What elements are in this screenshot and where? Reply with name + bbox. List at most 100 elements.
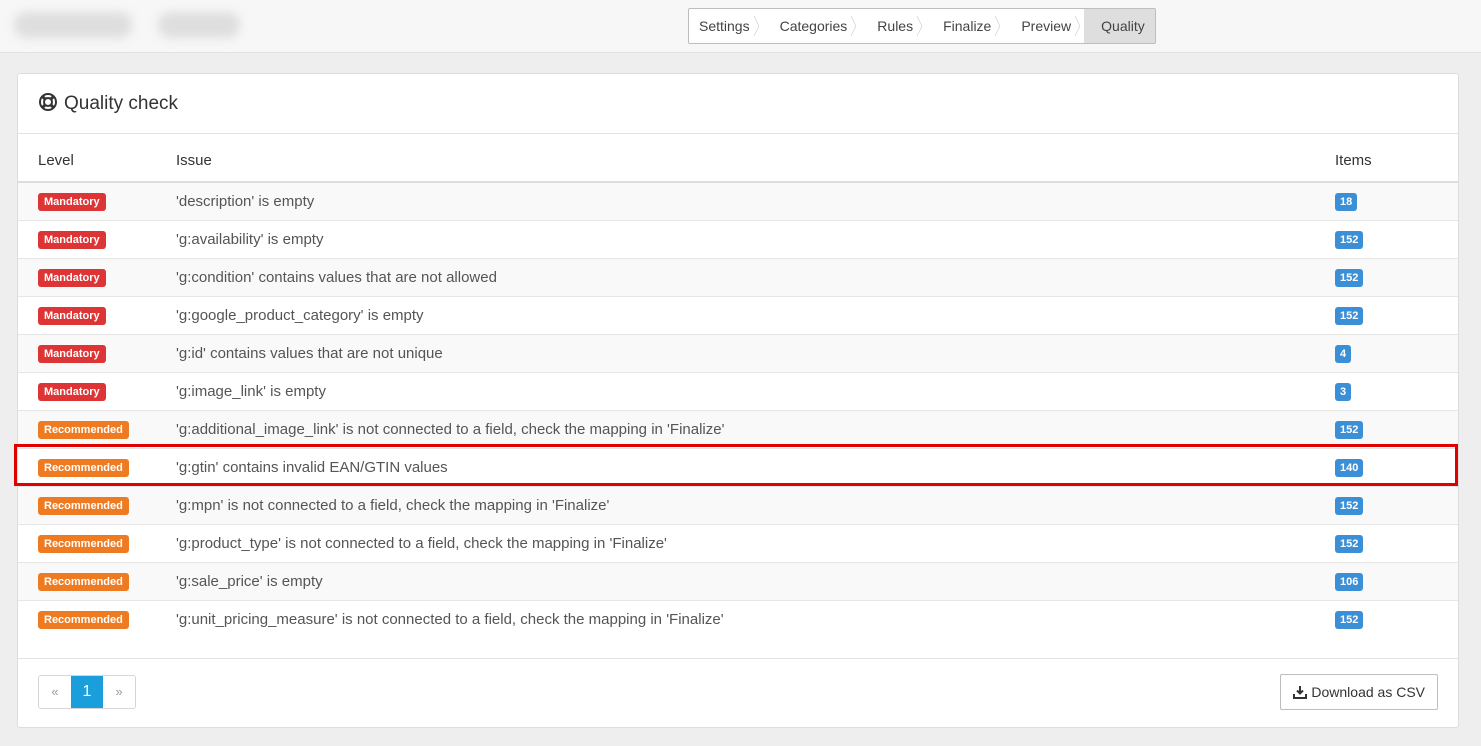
- prev-page-button[interactable]: «: [39, 676, 71, 708]
- step-categories[interactable]: Categories: [763, 9, 861, 43]
- step-quality[interactable]: Quality: [1084, 9, 1155, 43]
- items-count-badge[interactable]: 152: [1335, 496, 1364, 515]
- step-settings[interactable]: Settings: [689, 9, 763, 43]
- page-1-button[interactable]: 1: [71, 676, 103, 708]
- items-count-badge[interactable]: 106: [1335, 572, 1364, 591]
- step-breadcrumb: Settings Categories Rules Finalize Preview Qu…: [688, 8, 1156, 44]
- table-row: Mandatory 'g:id' contains values that are…: [18, 334, 1458, 373]
- level-cell: Mandatory: [18, 220, 176, 259]
- issue-cell: 'g:unit_pricing_measure' is not connecte…: [176, 610, 724, 628]
- level-cell: Mandatory: [18, 258, 176, 297]
- step-separator-icon: [1075, 15, 1081, 37]
- table-row: Recommended 'g:gtin' contains invalid EAN…: [18, 448, 1458, 487]
- issue-cell: 'g:image_link' is empty: [176, 372, 1335, 411]
- table-row: Mandatory 'description' is empty 18: [18, 182, 1458, 221]
- items-count-badge[interactable]: 140: [1335, 458, 1364, 477]
- blurred-account-name: [14, 12, 132, 38]
- level-badge: Mandatory: [38, 306, 106, 325]
- next-page-button[interactable]: »: [103, 676, 135, 708]
- lifebuoy-icon: [39, 92, 57, 111]
- quality-table: Level Issue Items Mandatory 'description'…: [18, 134, 1458, 638]
- top-bar: Settings Categories Rules Finalize Preview Qu…: [0, 0, 1481, 53]
- issue-cell: 'g:gtin' contains invalid EAN/GTIN value…: [176, 448, 1335, 487]
- download-icon: [1293, 685, 1308, 699]
- download-csv-button[interactable]: Download as CSV: [1280, 674, 1438, 710]
- level-badge: Recommended: [38, 610, 129, 629]
- level-cell: Mandatory: [18, 372, 176, 411]
- items-count-badge[interactable]: 152: [1335, 306, 1364, 325]
- table-row: Mandatory 'g:condition' contains values t…: [18, 258, 1458, 297]
- items-cell: 18: [1335, 182, 1458, 221]
- step-finalize[interactable]: Finalize: [926, 9, 1004, 43]
- items-cell: 4: [1335, 334, 1458, 373]
- level-cell: Recommended: [18, 410, 176, 449]
- issue-cell: 'g:google_product_category' is empty: [176, 296, 1335, 335]
- panel-footer: « 1 » Download as CSV: [18, 658, 1458, 728]
- table-row: Recommended 'g:mpn' is not connected to a…: [18, 486, 1458, 525]
- level-cell: Mandatory: [18, 334, 176, 373]
- step-label: Quality: [1101, 18, 1145, 34]
- issue-cell: 'g:additional_image_link' is not connect…: [176, 410, 1335, 449]
- items-count-badge[interactable]: 152: [1335, 230, 1364, 249]
- column-header-issue[interactable]: Issue: [176, 134, 1335, 183]
- level-badge: Recommended: [38, 496, 129, 515]
- level-badge: Recommended: [38, 572, 129, 591]
- step-separator-icon: [917, 15, 923, 37]
- items-cell: 152: [1335, 410, 1458, 449]
- step-label: Finalize: [943, 18, 992, 34]
- issue-cell: 'g:sale_price' is empty: [176, 562, 1335, 601]
- items-count-badge[interactable]: 18: [1335, 192, 1358, 211]
- column-header-level[interactable]: Level: [18, 134, 176, 183]
- issue-cell: 'g:id' contains values that are not uniq…: [176, 334, 1335, 373]
- items-cell: 106: [1335, 562, 1458, 601]
- table-row: Recommended 'g:product_type' is not conne…: [18, 524, 1458, 563]
- level-badge: Recommended: [38, 458, 129, 477]
- table-header-row: Level Issue Items: [18, 134, 1458, 183]
- items-count-badge[interactable]: 152: [1335, 420, 1364, 439]
- table-row: Mandatory 'g:availability' is empty 152: [18, 220, 1458, 259]
- step-rules[interactable]: Rules: [860, 9, 926, 43]
- items-cell: 140: [1335, 448, 1458, 487]
- table-row: Mandatory 'g:google_product_category' is …: [18, 296, 1458, 335]
- step-label: Categories: [779, 18, 848, 34]
- issue-cell: 'description' is empty: [176, 182, 1335, 221]
- items-count-badge[interactable]: 3: [1335, 382, 1352, 401]
- level-cell: Recommended: [18, 562, 176, 601]
- level-cell: Mandatory: [18, 182, 176, 221]
- table-row: Recommended 'g:additional_image_link' is …: [18, 410, 1458, 449]
- items-cell: 152: [1335, 296, 1458, 335]
- step-separator-icon: [995, 15, 1001, 37]
- download-csv-label: Download as CSV: [1311, 684, 1425, 700]
- items-count-badge[interactable]: 152: [1335, 610, 1364, 629]
- issue-cell: 'g:product_type' is not connected to a f…: [176, 524, 1335, 563]
- items-cell: 3: [1335, 372, 1458, 411]
- pagination: « 1 »: [38, 675, 136, 709]
- level-badge: Mandatory: [38, 268, 106, 287]
- items-count-badge[interactable]: 4: [1335, 344, 1352, 363]
- level-cell: Recommended: [18, 448, 176, 487]
- step-preview[interactable]: Preview: [1004, 9, 1084, 43]
- level-badge: Mandatory: [38, 230, 106, 249]
- level-cell: Mandatory: [18, 296, 176, 335]
- level-badge: Recommended: [38, 420, 129, 439]
- step-label: Settings: [699, 18, 750, 34]
- items-cell: 152: [1335, 220, 1458, 259]
- level-badge: Mandatory: [38, 344, 106, 363]
- level-badge: Mandatory: [38, 192, 106, 211]
- step-label: Preview: [1021, 18, 1072, 34]
- level-cell: Recommended: [18, 486, 176, 525]
- table-row: Recommended 'g:unit_pricing_measure' is n…: [18, 600, 1458, 638]
- items-count-badge[interactable]: 152: [1335, 534, 1364, 553]
- issue-cell: 'g:condition' contains values that are n…: [176, 258, 1335, 297]
- items-cell: 152: [1335, 258, 1458, 297]
- level-badge: Mandatory: [38, 382, 106, 401]
- step-separator-icon: [851, 15, 857, 37]
- items-cell: 152: [1335, 600, 1458, 638]
- level-cell: Recommended: [18, 600, 176, 638]
- step-separator-icon: [753, 15, 759, 37]
- items-count-badge[interactable]: 152: [1335, 268, 1364, 287]
- panel-title: Quality check: [64, 92, 179, 114]
- column-header-items[interactable]: Items: [1335, 134, 1458, 183]
- panel-header: Quality check: [18, 74, 1458, 134]
- quality-check-panel: Quality check Level Issue Items Mandator…: [17, 73, 1459, 728]
